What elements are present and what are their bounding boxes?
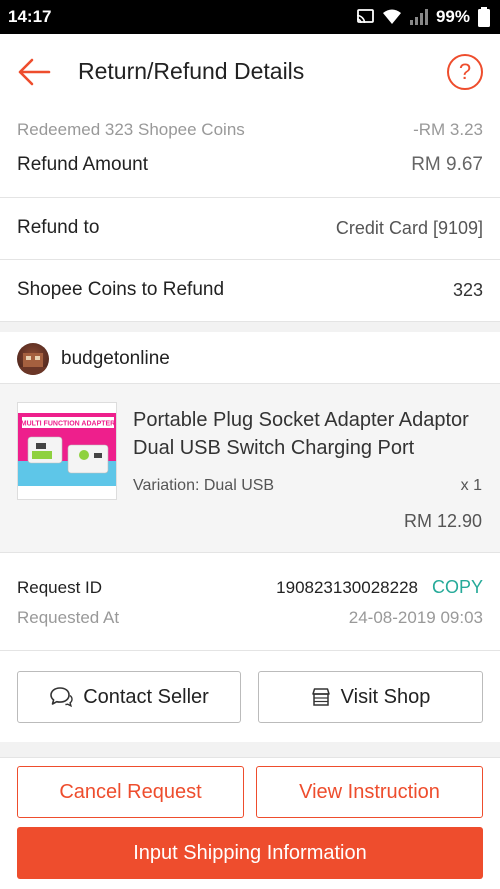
app-header: Return/Refund Details ? [0, 34, 500, 112]
help-button[interactable]: ? [447, 54, 483, 90]
refund-amount-value: RM 9.67 [411, 154, 483, 175]
visit-shop-label: Visit Shop [340, 685, 431, 708]
product-item[interactable]: MULTI FUNCTION ADAPTER Portable Plug Soc… [0, 384, 500, 552]
request-id-label: Request ID [17, 577, 103, 597]
coins-refund-label: Shopee Coins to Refund [17, 279, 225, 300]
product-thumb-text: MULTI FUNCTION ADAPTER [21, 421, 116, 428]
refund-amount-row: Refund Amount RM 9.67 [17, 154, 483, 176]
contact-seller-label: Contact Seller [83, 685, 209, 708]
refund-to-value: Credit Card [9109] [335, 217, 483, 238]
refund-amount-label: Refund Amount [17, 154, 148, 175]
contact-seller-button[interactable]: Contact Seller [17, 671, 241, 723]
page-title: Return/Refund Details [78, 58, 305, 84]
requested-at-value: 24-08-2019 09:03 [348, 608, 483, 627]
status-bar: 14:17 99% [0, 0, 500, 34]
visit-shop-button[interactable]: Visit Shop [258, 671, 483, 723]
refund-to-section: Refund to Credit Card [9109] [0, 198, 500, 259]
back-arrow-icon [18, 58, 51, 86]
battery-icon [478, 7, 490, 27]
signal-icon [409, 9, 428, 25]
shop-avatar[interactable] [17, 343, 49, 375]
cast-icon [356, 9, 374, 24]
request-id-row: Request ID 190823130028228 COPY [17, 577, 483, 598]
coins-refund-section: Shopee Coins to Refund 323 [0, 260, 500, 321]
chat-icon [50, 687, 73, 708]
status-time: 14:17 [8, 7, 52, 26]
requested-at-row: Requested At 24-08-2019 09:03 [17, 608, 483, 628]
copy-button[interactable]: COPY [432, 577, 483, 598]
requested-at-label: Requested At [17, 608, 120, 627]
shop-icon [311, 688, 330, 706]
help-icon: ? [458, 59, 472, 84]
refund-summary: Redeemed 323 Shopee Coins -RM 3.23 Refun… [0, 112, 500, 198]
request-details: Request ID 190823130028228 COPY Requeste… [0, 553, 500, 650]
battery-percent: 99% [435, 7, 470, 26]
back-button[interactable] [16, 56, 52, 88]
coins-refund-row: Shopee Coins to Refund 323 [17, 279, 483, 301]
coins-redeemed-value: -RM 3.23 [413, 120, 483, 139]
input-shipping-button[interactable]: Input Shipping Information [17, 827, 483, 879]
divider [0, 757, 500, 758]
status-icons: 99% [356, 7, 490, 27]
product-quantity: x 1 [460, 477, 482, 494]
view-instruction-button[interactable]: View Instruction [256, 766, 483, 818]
cancel-request-button[interactable]: Cancel Request [17, 766, 244, 818]
refund-to-row: Refund to Credit Card [9109] [17, 217, 483, 239]
refund-to-label: Refund to [17, 217, 100, 238]
coins-redeemed-label: Redeemed 323 Shopee Coins [17, 120, 245, 139]
divider [0, 321, 500, 322]
product-price: RM 12.90 [403, 511, 482, 531]
coins-refund-value: 323 [452, 279, 483, 300]
coins-redeemed-row: Redeemed 323 Shopee Coins -RM 3.23 [17, 120, 483, 140]
product-title: Portable Plug Socket Adapter Adaptor Dua… [133, 409, 469, 459]
product-variation: Variation: Dual USB [133, 477, 275, 494]
product-image: MULTI FUNCTION ADAPTER [17, 402, 117, 500]
request-id-value: 190823130028228 [276, 577, 418, 597]
shop-name[interactable]: budgetonline [61, 348, 170, 370]
wifi-icon [382, 9, 401, 24]
